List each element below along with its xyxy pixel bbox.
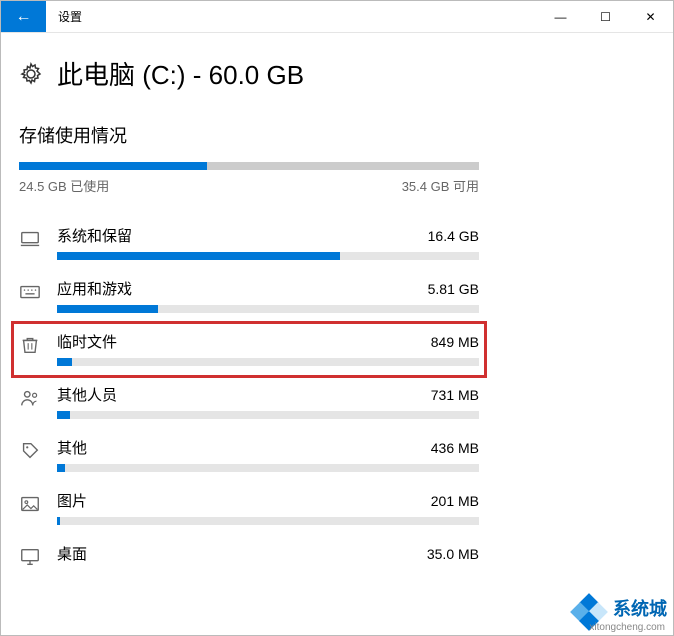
category-item[interactable]: 其他人员 731 MB [19, 376, 479, 429]
maximize-button[interactable]: ☐ [583, 1, 628, 32]
close-button[interactable]: ✕ [628, 1, 673, 32]
tag-icon [19, 437, 41, 465]
category-item[interactable]: 桌面 35.0 MB [19, 535, 479, 581]
category-bar [57, 464, 479, 472]
image-icon [19, 490, 41, 518]
section-title: 存储使用情况 [19, 122, 655, 148]
keyboard-icon [19, 278, 41, 306]
category-bar [57, 305, 479, 313]
category-bar [57, 358, 479, 366]
category-body: 系统和保留 16.4 GB [57, 225, 479, 260]
window-controls: ― ☐ ✕ [538, 1, 673, 32]
category-item[interactable]: 图片 201 MB [19, 482, 479, 535]
category-bar-fill [57, 464, 65, 472]
category-bar-fill [57, 358, 72, 366]
category-list: 系统和保留 16.4 GB 应用和游戏 5.81 GB 临时文件 849 MB 其他人员 73… [19, 217, 479, 581]
gear-icon [19, 62, 43, 86]
category-body: 临时文件 849 MB [57, 331, 479, 366]
watermark-url: xitongcheng.com [589, 622, 665, 633]
category-label: 系统和保留 [57, 225, 132, 246]
minimize-button[interactable]: ― [538, 1, 583, 32]
category-size: 5.81 GB [428, 281, 479, 297]
watermark-brand: 系统城 [613, 599, 667, 619]
category-size: 436 MB [431, 440, 479, 456]
category-item[interactable]: 系统和保留 16.4 GB [19, 217, 479, 270]
category-bar-fill [57, 305, 158, 313]
category-bar-fill [57, 517, 60, 525]
category-item[interactable]: 应用和游戏 5.81 GB [19, 270, 479, 323]
free-label: 35.4 GB 可用 [402, 176, 479, 195]
overall-usage-fill [19, 162, 207, 170]
used-label: 24.5 GB 已使用 [19, 176, 109, 195]
watermark: 系统城 xitongcheng.com [573, 595, 667, 631]
category-body: 应用和游戏 5.81 GB [57, 278, 479, 313]
overall-usage-bar [19, 162, 479, 170]
window-title: 设置 [46, 1, 538, 32]
category-label: 桌面 [57, 543, 87, 564]
category-label: 其他人员 [57, 384, 117, 405]
category-bar [57, 517, 479, 525]
page-header: 此电脑 (C:) - 60.0 GB [19, 55, 655, 92]
category-item[interactable]: 其他 436 MB [19, 429, 479, 482]
overall-usage-labels: 24.5 GB 已使用 35.4 GB 可用 [19, 176, 479, 195]
category-bar [57, 252, 479, 260]
category-bar [57, 411, 479, 419]
category-body: 桌面 35.0 MB [57, 543, 479, 570]
category-size: 35.0 MB [427, 546, 479, 562]
category-label: 其他 [57, 437, 87, 458]
computer-icon [19, 225, 41, 253]
category-item[interactable]: 临时文件 849 MB [13, 323, 485, 376]
back-button[interactable]: ← [1, 1, 46, 32]
category-label: 应用和游戏 [57, 278, 132, 299]
category-body: 其他人员 731 MB [57, 384, 479, 419]
category-size: 201 MB [431, 493, 479, 509]
category-label: 图片 [57, 490, 87, 511]
category-body: 其他 436 MB [57, 437, 479, 472]
category-size: 16.4 GB [428, 228, 479, 244]
category-label: 临时文件 [57, 331, 117, 352]
people-icon [19, 384, 41, 412]
category-size: 731 MB [431, 387, 479, 403]
content-area: 此电脑 (C:) - 60.0 GB 存储使用情况 24.5 GB 已使用 35… [1, 33, 673, 581]
category-bar-fill [57, 411, 70, 419]
page-title: 此电脑 (C:) - 60.0 GB [57, 55, 304, 92]
titlebar: ← 设置 ― ☐ ✕ [1, 1, 673, 33]
trash-icon [19, 331, 41, 359]
category-bar-fill [57, 252, 340, 260]
desktop-icon [19, 543, 41, 571]
category-body: 图片 201 MB [57, 490, 479, 525]
category-size: 849 MB [431, 334, 479, 350]
